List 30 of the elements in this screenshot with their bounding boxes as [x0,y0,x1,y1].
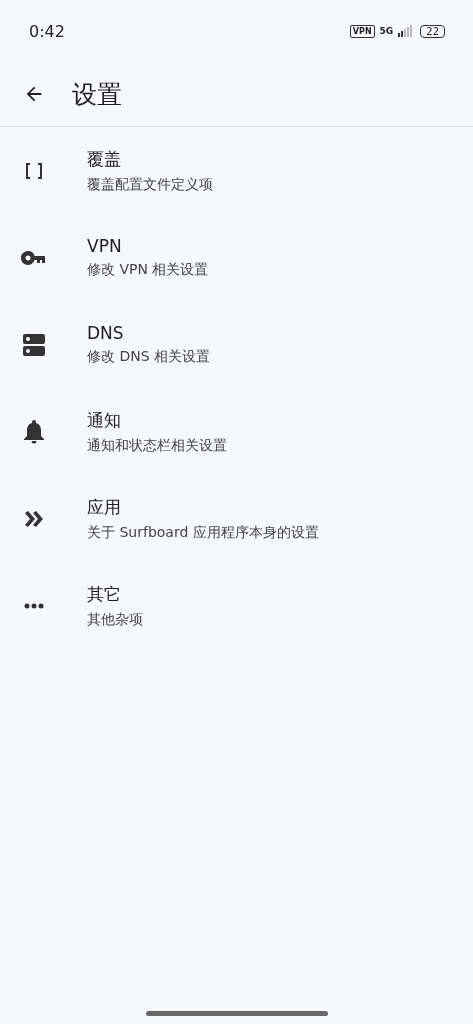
settings-item[interactable]: VPN 修改 VPN 相关设置 [0,214,473,301]
item-title: 应用 [87,495,122,519]
server-icon [22,333,45,356]
item-subtitle: 覆盖配置文件定义项 [87,175,213,194]
settings-item[interactable]: 其它 其他杂项 [0,562,473,649]
item-title: 覆盖 [87,147,122,171]
key-icon [20,250,47,265]
signal-icon [398,25,413,37]
settings-item[interactable]: 覆盖 覆盖配置文件定义项 [0,127,473,214]
more-icon [23,602,44,609]
double-chevron-icon [24,510,43,527]
item-subtitle: 关于 Surfboard 应用程序本身的设置 [87,523,319,542]
settings-item[interactable]: 通知 通知和状态栏相关设置 [0,388,473,475]
page-title: 设置 [72,78,122,111]
item-subtitle: 修改 VPN 相关设置 [87,261,209,279]
settings-item[interactable]: 应用 关于 Surfboard 应用程序本身的设置 [0,475,473,562]
item-subtitle: 其他杂项 [87,610,143,629]
item-subtitle: 修改 DNS 相关设置 [87,348,211,366]
item-title: DNS [87,323,125,343]
item-subtitle: 通知和状态栏相关设置 [87,436,227,455]
battery-indicator: 22 [420,24,445,38]
settings-item[interactable]: DNS 修改 DNS 相关设置 [0,301,473,388]
brackets-icon [23,161,44,180]
network-type: 5G [379,26,394,36]
item-title: 其它 [87,582,122,606]
item-title: VPN [87,236,123,256]
item-title: 通知 [87,408,122,432]
status-time: 0:42 [29,21,65,41]
bell-icon [23,419,44,444]
vpn-badge: VPN [349,24,375,38]
